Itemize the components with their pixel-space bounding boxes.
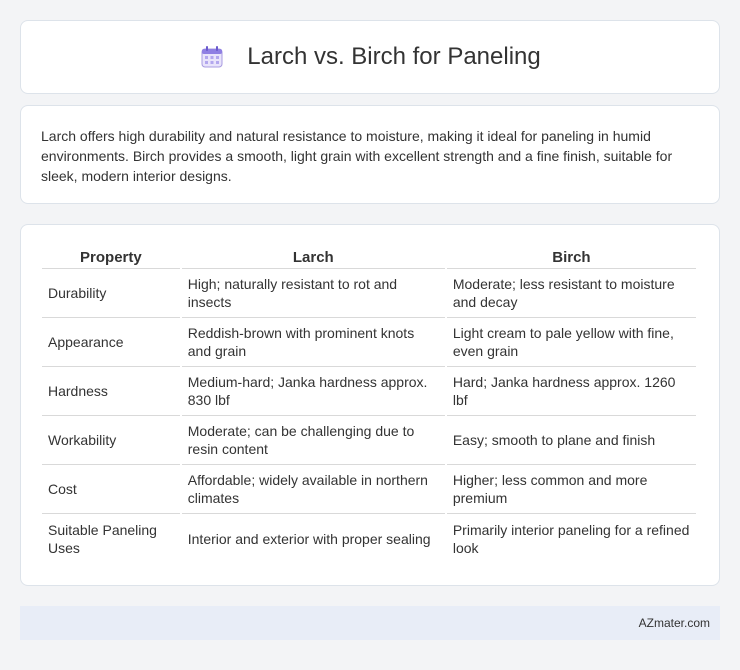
property-cell: Appearance: [42, 318, 180, 367]
larch-cell: Reddish-brown with prominent knots and g…: [181, 318, 445, 367]
birch-cell: Moderate; less resistant to moisture and…: [446, 269, 696, 318]
page-title: Larch vs. Birch for Paneling: [247, 43, 541, 70]
property-cell: Cost: [42, 465, 180, 514]
footer-site-link[interactable]: AZmater.com: [639, 616, 710, 630]
larch-cell: Interior and exterior with proper sealin…: [187, 530, 431, 547]
comparison-table-card: Property Larch Birch Durability High; na…: [20, 224, 720, 586]
comparison-table: Property Larch Birch Durability High; na…: [40, 245, 698, 563]
larch-cell: Medium-hard; Janka hardness approx. 830 …: [181, 367, 445, 416]
table-header-row: Property Larch Birch: [42, 245, 696, 269]
table-row: Hardness Medium-hard; Janka hardness app…: [42, 367, 696, 416]
larch-cell: Affordable; widely available in northern…: [181, 465, 445, 514]
property-cell: Suitable Paneling Uses: [48, 521, 157, 556]
property-cell: Durability: [42, 269, 180, 318]
property-cell: Workability: [42, 416, 180, 465]
footer: AZmater.com: [20, 606, 720, 640]
birch-cell: Light cream to pale yellow with fine, ev…: [446, 318, 696, 367]
header-birch: Birch: [446, 245, 696, 269]
larch-cell: Moderate; can be challenging due to resi…: [181, 416, 445, 465]
header-larch: Larch: [181, 245, 445, 269]
birch-cell: Primarily interior paneling for a refine…: [452, 521, 690, 556]
intro-card: Larch offers high durability and natural…: [20, 105, 720, 204]
calendar-icon: [199, 44, 225, 70]
birch-cell: Hard; Janka hardness approx. 1260 lbf: [446, 367, 696, 416]
table-row: Appearance Reddish-brown with prominent …: [42, 318, 696, 367]
property-cell: Hardness: [42, 367, 180, 416]
table-row: Suitable Paneling Uses Interior and exte…: [42, 514, 696, 563]
birch-cell: Easy; smooth to plane and finish: [446, 416, 696, 465]
header-property: Property: [42, 245, 180, 269]
table-row: Durability High; naturally resistant to …: [42, 269, 696, 318]
table-row: Cost Affordable; widely available in nor…: [42, 465, 696, 514]
larch-cell: High; naturally resistant to rot and ins…: [181, 269, 445, 318]
intro-text: Larch offers high durability and natural…: [41, 128, 673, 184]
table-row: Workability Moderate; can be challenging…: [42, 416, 696, 465]
title-card: Larch vs. Birch for Paneling: [20, 20, 720, 94]
birch-cell: Higher; less common and more premium: [446, 465, 696, 514]
